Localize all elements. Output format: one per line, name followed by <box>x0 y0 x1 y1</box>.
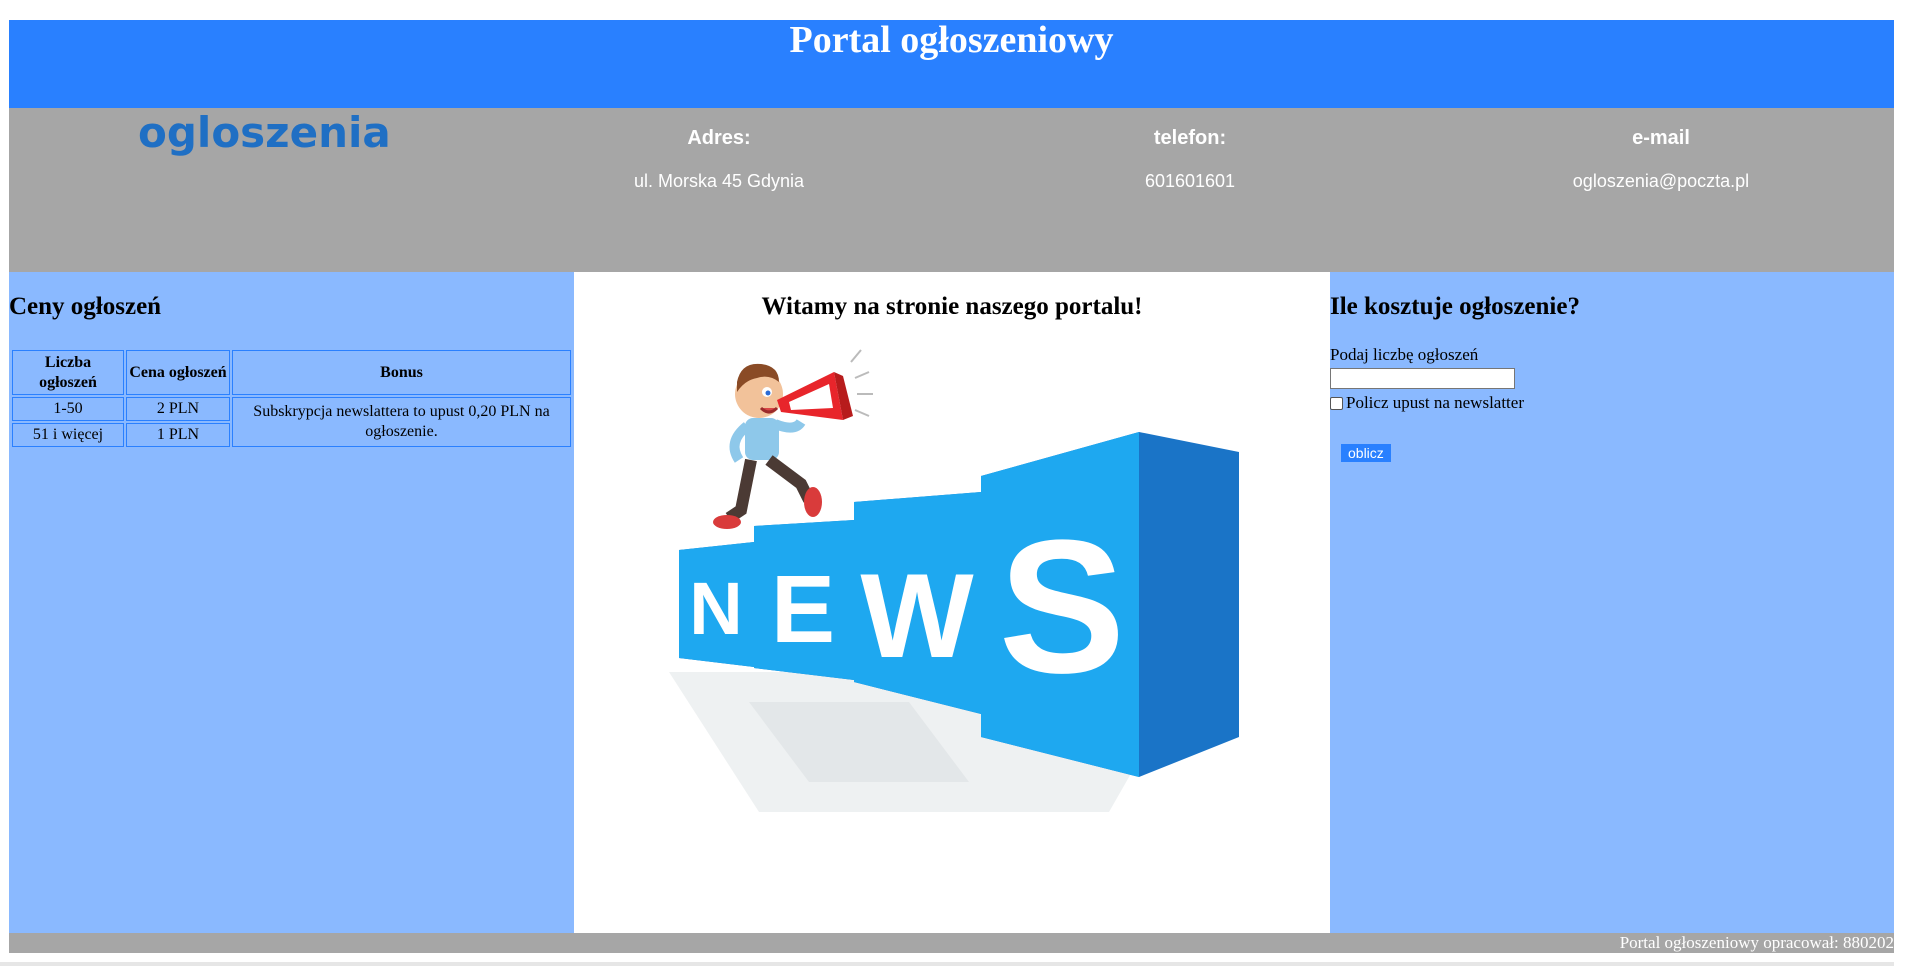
table-header-row: Liczba ogłoszeń Cena ogłoszeń Bonus <box>12 350 571 395</box>
scrollbar-track[interactable] <box>1894 0 1905 966</box>
phone-block: telefon: 601601601 <box>1040 126 1340 192</box>
address-label: Adres: <box>687 127 751 149</box>
email-block: e-mail ogloszenia@poczta.pl <box>1511 126 1811 192</box>
megaphone-man <box>713 349 873 529</box>
table-cell: 1 PLN <box>126 423 230 447</box>
window-bottom-edge <box>0 962 1894 966</box>
news-image: N E W S <box>669 349 1239 812</box>
calculator-section: Ile kosztuje ogłoszenie? Podaj liczbę og… <box>1330 272 1894 933</box>
site-logo: ogloszenia <box>138 108 391 157</box>
prices-table: Liczba ogłoszeń Cena ogłoszeń Bonus 1-50… <box>10 348 573 449</box>
address-block: Adres: ul. Morska 45 Gdynia <box>569 126 869 192</box>
footer-text: Portal ogłoszeniowy opracował: 880202 <box>1619 933 1894 952</box>
phone-label: telefon: <box>1153 127 1227 149</box>
phone-value: 601601601 <box>1144 171 1236 191</box>
newsletter-checkbox[interactable] <box>1330 396 1343 410</box>
table-cell: 51 i więcej <box>12 423 124 447</box>
newsletter-discount-option[interactable]: Policz upust na newslatter <box>1330 393 1524 413</box>
welcome-heading: Witamy na stronie naszego portalu! <box>761 293 1143 320</box>
ad-count-label: Podaj liczbę ogłoszeń <box>1330 345 1479 364</box>
table-header-price: Cena ogłoszeń <box>126 350 230 395</box>
cube-letter-w: W <box>860 549 974 683</box>
table-row: 1-50 2 PLN Subskrypcja newslattera to up… <box>12 397 571 447</box>
cube-letter-e: E <box>771 556 835 663</box>
cube-letter-n: N <box>689 567 742 650</box>
header-banner: Portal ogłoszeniowy <box>9 20 1894 108</box>
table-header-count: Liczba ogłoszeń <box>12 350 124 395</box>
email-label: e-mail <box>1632 127 1690 149</box>
newsletter-checkbox-label[interactable]: Policz upust na newslatter <box>1346 393 1524 413</box>
address-value: ul. Morska 45 Gdynia <box>633 171 805 191</box>
page-title: Portal ogłoszeniowy <box>789 19 1114 61</box>
calculator-heading: Ile kosztuje ogłoszenie? <box>1330 293 1580 320</box>
prices-section: Ceny ogłoszeń Liczba ogłoszeń Cena ogłos… <box>9 272 574 933</box>
ad-count-input[interactable] <box>1330 368 1515 389</box>
contact-info-bar: ogloszenia Adres: ul. Morska 45 Gdynia t… <box>9 108 1894 272</box>
calculate-button[interactable]: oblicz <box>1341 444 1391 462</box>
page-footer: Portal ogłoszeniowy opracował: 880202 <box>9 933 1894 953</box>
email-value: ogloszenia@poczta.pl <box>1572 171 1750 191</box>
welcome-section: Witamy na stronie naszego portalu! N E W… <box>574 272 1330 933</box>
prices-heading: Ceny ogłoszeń <box>9 293 162 320</box>
table-header-bonus: Bonus <box>232 350 571 395</box>
bonus-cell: Subskrypcja newslattera to upust 0,20 PL… <box>232 397 571 447</box>
page: Portal ogłoszeniowy ogloszenia Adres: ul… <box>9 20 1894 953</box>
table-cell: 1-50 <box>12 397 124 421</box>
cube-letter-s: S <box>999 501 1126 713</box>
table-cell: 2 PLN <box>126 397 230 421</box>
